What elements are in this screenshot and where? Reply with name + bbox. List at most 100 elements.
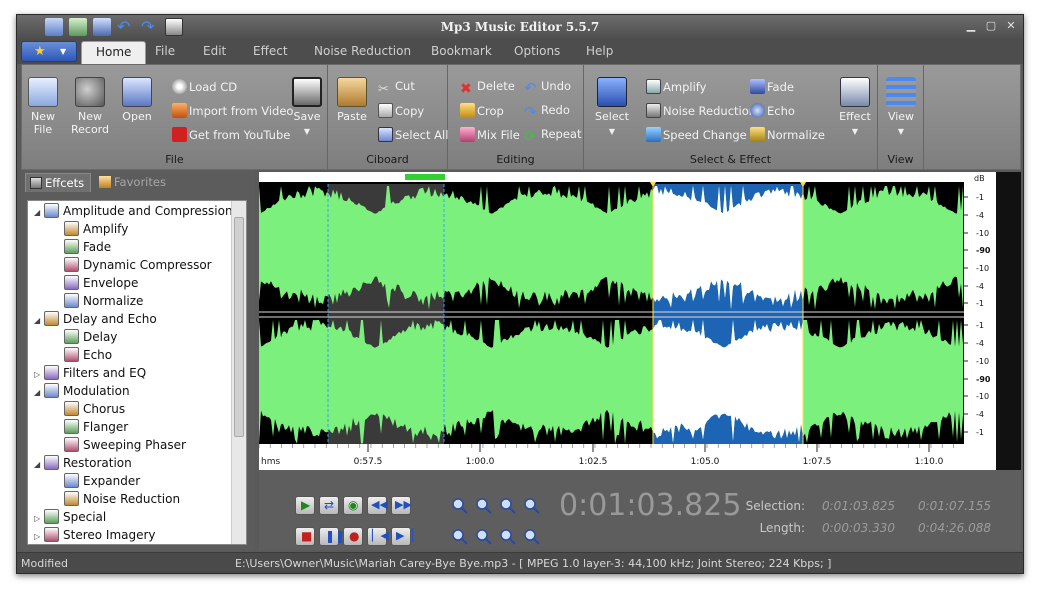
tab-home[interactable]: Home xyxy=(81,41,147,64)
fade-button[interactable]: Fade xyxy=(750,79,794,96)
effect-dropdown-icon[interactable]: ▼ xyxy=(836,125,874,138)
redo-button[interactable]: ↷ Redo xyxy=(524,103,570,120)
undo-button[interactable]: ↶ Undo xyxy=(524,79,571,96)
crop-button[interactable]: Crop xyxy=(460,103,504,120)
minimize-icon[interactable]: ▁ xyxy=(963,19,979,33)
loop-button[interactable]: ⇄ xyxy=(319,496,339,515)
waveform-view[interactable]: dB -1 -4 -10 -90 -10 -4 -1 -1 -4 -10 -90 -10 -4 -1 hms 0… xyxy=(259,172,1021,470)
play-selection-icon: ◉ xyxy=(348,498,359,512)
tab-file[interactable]: File xyxy=(155,44,175,58)
import-video-button[interactable]: Import from Video xyxy=(172,103,293,120)
group-label-select-effect: Select & Effect xyxy=(689,153,772,166)
echo-button[interactable]: Echo xyxy=(750,103,795,120)
tree-item[interactable]: Dynamic Compressor xyxy=(54,256,212,274)
copy-button[interactable]: Copy xyxy=(378,103,424,120)
waveform-canvas[interactable]: dB -1 -4 -10 -90 -10 -4 -1 -1 -4 -10 -90 -10 -4 -1 hms 0… xyxy=(259,172,1021,470)
pause-button[interactable]: ❚❚ xyxy=(319,527,345,546)
speed-change-button[interactable]: Speed Change xyxy=(646,127,747,144)
zoom-reset-icon[interactable] xyxy=(499,528,517,546)
rewind-button[interactable]: ◀◀ xyxy=(367,496,388,515)
zoom-full-icon[interactable] xyxy=(523,497,541,515)
record-button[interactable]: ● xyxy=(343,527,363,546)
go-end-button[interactable]: ▶▕ xyxy=(391,527,413,546)
tab-noise-reduction[interactable]: Noise Reduction xyxy=(314,44,411,58)
echo-icon xyxy=(750,103,765,118)
play-selection-button[interactable]: ◉ xyxy=(343,496,363,515)
select-button[interactable]: Select ▼ xyxy=(594,77,630,138)
new-record-button[interactable]: New Record xyxy=(68,77,112,136)
tree-item[interactable]: Flanger xyxy=(54,418,128,436)
overview-viewport[interactable] xyxy=(405,174,445,180)
tree-item[interactable]: ◢ Restoration xyxy=(34,454,132,472)
save-button[interactable]: Save ▼ xyxy=(290,77,324,138)
collapse-icon[interactable]: ◢ xyxy=(34,312,44,330)
new-file-button[interactable]: New File xyxy=(26,77,60,136)
effect-button[interactable]: Effect ▼ xyxy=(836,77,874,138)
zoom-out-vertical-icon[interactable] xyxy=(475,528,493,546)
tree-item[interactable]: Normalize xyxy=(54,292,143,310)
save-disk-icon xyxy=(292,77,322,107)
tab-bookmark[interactable]: Bookmark xyxy=(431,44,492,58)
tree-item[interactable]: Expander xyxy=(54,472,140,490)
fast-forward-button[interactable]: ▶▶ xyxy=(391,496,412,515)
tree-item[interactable]: Chorus xyxy=(54,400,125,418)
tab-options[interactable]: Options xyxy=(514,44,560,58)
expand-icon[interactable]: ▷ xyxy=(34,528,44,544)
zoom-out-horizontal-icon[interactable] xyxy=(475,497,493,515)
tree-scrollbar[interactable] xyxy=(231,201,246,544)
stop-button[interactable]: ■ xyxy=(295,527,315,546)
tab-edit[interactable]: Edit xyxy=(203,44,226,58)
collapse-icon[interactable]: ◢ xyxy=(34,456,44,474)
db-label: -10 xyxy=(976,357,989,366)
zoom-fit-icon[interactable] xyxy=(523,528,541,546)
paste-button[interactable]: Paste xyxy=(334,77,370,123)
tab-help[interactable]: Help xyxy=(586,44,613,58)
select-label: Select xyxy=(595,110,629,123)
save-dropdown-icon[interactable]: ▼ xyxy=(290,125,324,138)
delete-button[interactable]: ✖ Delete xyxy=(460,79,515,97)
select-all-button[interactable]: Select All xyxy=(378,127,448,144)
maximize-icon[interactable]: ▢ xyxy=(983,19,999,33)
youtube-button[interactable]: Get from YouTube xyxy=(172,127,290,144)
amplify-button[interactable]: Amplify xyxy=(646,79,706,96)
tree-item[interactable]: Sweeping Phaser xyxy=(54,436,186,454)
overview-bar[interactable] xyxy=(259,172,964,182)
tree-item[interactable]: ▷ Filters and EQ xyxy=(34,364,146,382)
crop-icon xyxy=(460,103,475,118)
tree-item[interactable]: ◢ Modulation xyxy=(34,382,130,400)
tree-item[interactable]: ◢ Amplitude and Compression xyxy=(34,202,233,220)
tree-item[interactable]: Envelope xyxy=(54,274,138,292)
tree-item[interactable]: ▷ Stereo Imagery xyxy=(34,526,156,544)
zoom-in-horizontal-icon[interactable] xyxy=(451,497,469,515)
view-button[interactable]: View ▼ xyxy=(884,77,918,138)
collapse-icon[interactable]: ◢ xyxy=(34,204,44,222)
collapse-icon[interactable]: ◢ xyxy=(34,384,44,402)
view-dropdown-icon[interactable]: ▼ xyxy=(884,125,918,138)
app-menu-button[interactable]: ★ ▼ xyxy=(21,41,77,62)
tree-item[interactable]: Echo xyxy=(54,346,112,364)
zoom-selection-icon[interactable] xyxy=(499,497,517,515)
tree-item[interactable]: ▷ Special xyxy=(34,508,106,526)
tree-item[interactable]: Delay xyxy=(54,328,117,346)
tree-item[interactable]: Noise Reduction xyxy=(54,490,180,508)
tab-favorites[interactable]: Favorites xyxy=(95,173,172,192)
tree-item[interactable]: ◢ Delay and Echo xyxy=(34,310,157,328)
noise-reduction-button[interactable]: Noise Reduction xyxy=(646,103,756,120)
normalize-button[interactable]: Normalize xyxy=(750,127,825,144)
zoom-in-vertical-icon[interactable] xyxy=(451,528,469,546)
select-dropdown-icon[interactable]: ▼ xyxy=(594,125,630,138)
mix-file-button[interactable]: Mix File xyxy=(460,127,520,144)
close-icon[interactable]: ✕ xyxy=(1003,19,1019,33)
tree-item[interactable]: Amplify xyxy=(54,220,128,238)
go-start-button[interactable]: ▏◀ xyxy=(367,527,389,546)
repeat-button[interactable]: ⟳ Repeat xyxy=(524,127,581,145)
tab-effect[interactable]: Effect xyxy=(253,44,288,58)
tree-item[interactable]: Fade xyxy=(54,238,111,256)
tab-effects[interactable]: Effcets xyxy=(25,173,92,192)
cut-button[interactable]: ✂ Cut xyxy=(378,79,415,97)
tree-item-label: Envelope xyxy=(83,276,139,290)
open-button[interactable]: Open xyxy=(118,77,156,123)
tree-scroll-thumb[interactable] xyxy=(234,217,244,437)
play-button[interactable]: ▶ xyxy=(295,496,315,515)
load-cd-button[interactable]: Load CD xyxy=(172,79,237,96)
